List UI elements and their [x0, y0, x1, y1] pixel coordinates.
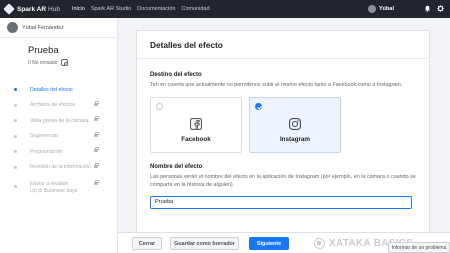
instagram-radio[interactable] [255, 103, 262, 111]
lock-icon [94, 116, 99, 121]
sidebar-user: Yúbal Fernández [0, 18, 117, 38]
step-label-sub: Up to Business days [30, 187, 78, 194]
step-vista-previa[interactable]: Vista previa de la cámara [0, 113, 118, 129]
option-facebook[interactable]: Facebook [150, 97, 242, 154]
spark-ar-logo[interactable]: Spark AR Hub [3, 3, 60, 15]
gear-icon[interactable] [437, 4, 444, 14]
step-dot [14, 150, 17, 154]
lock-icon [94, 147, 99, 152]
spark-logo-icon [3, 3, 15, 15]
step-sugerencias[interactable]: Sugerencias [0, 129, 118, 145]
lock-icon [94, 100, 99, 106]
instagram-small-icon [61, 59, 69, 66]
user-avatar[interactable] [368, 5, 377, 13]
facebook-radio[interactable] [156, 103, 163, 111]
lock-icon [94, 180, 99, 185]
step-dot [14, 184, 17, 188]
report-problem-button[interactable]: Informar de un problema [388, 242, 450, 253]
step-revision[interactable]: Revisión de la información [0, 160, 118, 176]
lock-icon [94, 131, 99, 137]
top-right: Yúbal [368, 4, 444, 14]
brand-sub: Hub [48, 5, 60, 13]
step-dot [14, 119, 17, 123]
brand-name: Spark AR [17, 5, 47, 13]
project-status: 0 No enviado [28, 59, 117, 66]
xataka-logo-icon [314, 238, 325, 249]
step-label: Revisión de la información [30, 164, 91, 171]
nav-item-spark-ar-studio[interactable]: Spark AR Studio [91, 6, 131, 12]
left-panel: Yúbal Fernández Prueba 0 No enviado Deta… [0, 18, 118, 253]
step-label: Archivos de efectos [30, 102, 76, 109]
name-description: Las personas verán el nombre del efecto … [150, 174, 416, 188]
project-title: Prueba [28, 45, 59, 56]
step-dot [14, 88, 17, 92]
nav-item-inicio[interactable]: Inicio [72, 6, 85, 12]
close-button[interactable]: Cerrar [132, 237, 162, 250]
nav-item-documentacion[interactable]: Documentación [137, 6, 175, 12]
nav-item-comunidad[interactable]: Comunidad [181, 6, 209, 12]
lock-icon [94, 162, 99, 168]
instagram-icon [289, 117, 301, 131]
step-dot [14, 103, 17, 107]
step-label: Enviar a revisión Up to Business days [30, 181, 77, 194]
facebook-label: Facebook [181, 136, 211, 144]
facebook-icon [190, 117, 202, 131]
sidebar-user-name: Yúbal Fernández [22, 24, 64, 31]
step-dot [14, 134, 17, 138]
step-label: Vista previa de la cámara [30, 117, 89, 124]
step-archivos-de-efectos[interactable]: Archivos de efectos [0, 98, 118, 114]
bell-icon[interactable] [424, 5, 431, 14]
destination-options: Facebook Instagram [150, 97, 429, 154]
step-enviar-a-revision[interactable]: Enviar a revisión Up to Business days [0, 175, 118, 197]
sidebar-avatar [7, 22, 18, 33]
card-title: Detalles del efecto [137, 31, 429, 59]
top-nav: Inicio Spark AR Studio Documentación Com… [72, 6, 216, 12]
bottom-bar: Cerrar Guardar como borrador Siguiente X… [118, 232, 450, 253]
name-title: Nombre del efecto [150, 164, 203, 171]
next-button[interactable]: Siguiente [249, 237, 289, 250]
destination-title: Destino del efecto [150, 72, 202, 78]
top-bar: Spark AR Hub Inicio Spark AR Studio Docu… [0, 0, 450, 18]
step-detalles-del-efecto[interactable]: Detalles del efecto [0, 82, 118, 98]
instagram-label: Instagram [279, 136, 311, 144]
step-list: Detalles del efecto Archivos de efectos … [0, 82, 118, 197]
effect-name-input[interactable]: Prueba [150, 195, 412, 209]
step-label: Sugerencias [30, 133, 59, 140]
effect-details-card: Detalles del efecto Destino del efecto T… [136, 30, 430, 253]
step-label: Detalles del efecto [30, 86, 73, 93]
option-instagram[interactable]: Instagram [249, 97, 341, 154]
user-name[interactable]: Yúbal [379, 6, 394, 12]
project-status-text: 0 No enviado [28, 59, 58, 66]
save-draft-button[interactable]: Guardar como borrador [170, 237, 239, 250]
step-dot [14, 165, 17, 169]
destination-description: Ten en cuenta que actualmente no permiti… [150, 82, 403, 88]
step-programacion[interactable]: Programación [0, 144, 118, 160]
step-label: Programación [30, 148, 63, 155]
